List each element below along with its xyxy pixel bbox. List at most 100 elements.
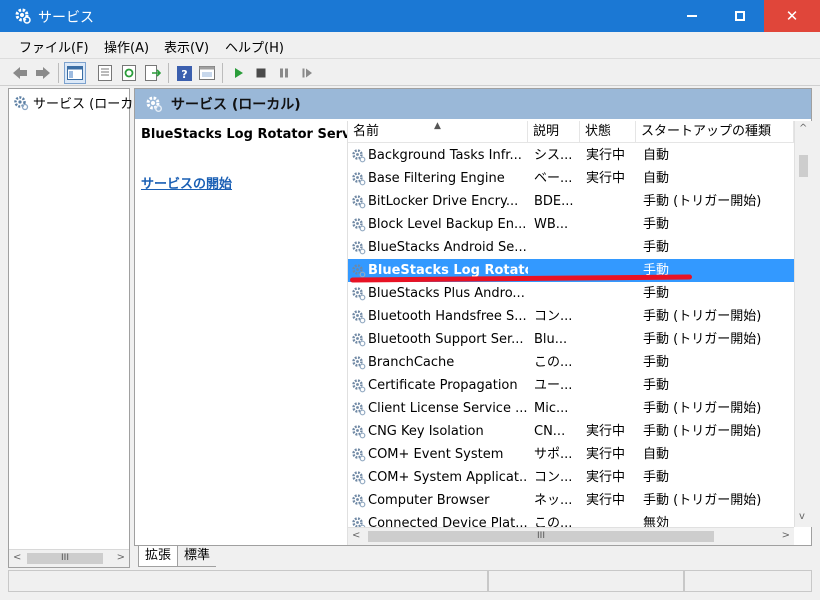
minimize-button[interactable] — [668, 0, 716, 32]
table-row[interactable]: Certificate Propagation ユー... 手動 — [348, 374, 794, 397]
service-name: Bluetooth Handsfree S... — [368, 309, 527, 324]
table-row[interactable]: Background Tasks Infr... シス... 実行中 自動 — [348, 144, 794, 167]
service-state: 実行中 — [586, 148, 626, 163]
export-list-button[interactable] — [142, 62, 164, 84]
service-startup-type: 手動 — [643, 378, 670, 393]
vertical-scrollbar[interactable]: ^ v — [794, 121, 812, 527]
table-row[interactable]: Bluetooth Handsfree S... コン... 手動 (トリガー開始) — [348, 305, 794, 328]
service-state — [586, 282, 636, 305]
service-startup-type: 手動 (トリガー開始) — [643, 424, 762, 439]
services-list: 名前 ▲ 説明 状態 スタートアップの種類 Background Tasks I… — [347, 121, 812, 545]
maximize-button[interactable] — [716, 0, 764, 32]
service-state — [586, 190, 636, 213]
table-row[interactable]: BlueStacks Android Se... 手動 — [348, 236, 794, 259]
service-gear-icon — [352, 264, 366, 278]
table-row[interactable]: CNG Key Isolation CN... 実行中 手動 (トリガー開始) — [348, 420, 794, 443]
service-startup-type: 手動 — [643, 286, 670, 301]
view-button[interactable] — [196, 62, 218, 84]
service-startup-type: 手動 (トリガー開始) — [643, 401, 762, 416]
service-startup-type: 手動 (トリガー開始) — [643, 493, 762, 508]
start-service-link[interactable]: サービスの開始 — [141, 173, 232, 192]
scroll-left-icon[interactable]: < — [13, 552, 21, 563]
restart-service-button[interactable] — [296, 62, 318, 84]
service-name: BranchCache — [368, 355, 455, 370]
service-state — [586, 305, 636, 328]
selected-service-title: BlueStacks Log Rotator Service — [141, 127, 372, 142]
column-header-name[interactable]: 名前 ▲ — [348, 121, 528, 143]
service-name: CNG Key Isolation — [368, 424, 484, 439]
scroll-up-icon[interactable]: ^ — [799, 123, 807, 134]
service-description: Mic... — [534, 401, 569, 416]
service-startup-type: 自動 — [643, 447, 670, 462]
menu-action[interactable]: 操作(A) — [104, 37, 149, 56]
service-state: 実行中 — [586, 424, 626, 439]
service-gear-icon — [352, 448, 366, 462]
service-description: Blu... — [534, 332, 568, 347]
scrollbar-thumb[interactable] — [799, 155, 808, 177]
menu-view[interactable]: 表示(V) — [164, 37, 209, 56]
column-name-label: 名前 — [353, 124, 380, 139]
scroll-right-icon[interactable]: > — [782, 530, 790, 541]
menu-help[interactable]: ヘルプ(H) — [225, 37, 284, 56]
restart-icon — [302, 68, 312, 78]
list-header: 名前 ▲ 説明 状態 スタートアップの種類 — [348, 121, 794, 143]
service-description: BDE... — [534, 194, 574, 209]
tree-item-services-local[interactable]: サービス (ローカル) — [13, 93, 151, 112]
table-row[interactable]: COM+ Event System サポ... 実行中 自動 — [348, 443, 794, 466]
tab-extended[interactable]: 拡張 — [138, 546, 179, 567]
status-segment — [684, 570, 812, 592]
column-header-description[interactable]: 説明 — [528, 121, 580, 143]
service-gear-icon — [352, 218, 366, 232]
service-state: 実行中 — [586, 171, 626, 186]
window-title: サービス — [38, 10, 94, 26]
back-button[interactable] — [9, 62, 31, 84]
table-row[interactable]: Block Level Backup En... WB... 手動 — [348, 213, 794, 236]
service-startup-type: 手動 — [643, 470, 670, 485]
refresh-button[interactable] — [118, 62, 140, 84]
refresh-icon — [122, 65, 136, 81]
view-tabs: 拡張 標準 — [134, 546, 812, 568]
status-segment — [488, 570, 684, 592]
menu-file[interactable]: ファイル(F) — [19, 37, 89, 56]
sort-ascending-icon: ▲ — [434, 121, 441, 131]
service-state: 実行中 — [586, 493, 626, 508]
properties-button[interactable] — [94, 62, 116, 84]
table-row[interactable]: BlueStacks Plus Andro... 手動 — [348, 282, 794, 305]
forward-icon — [36, 67, 50, 79]
table-row[interactable]: Client License Service ... Mic... 手動 (トリガー… — [348, 397, 794, 420]
service-description — [534, 282, 578, 305]
column-header-startup-type[interactable]: スタートアップの種類 — [636, 121, 794, 143]
close-button[interactable]: ✕ — [764, 0, 820, 32]
left-horizontal-scrollbar[interactable]: < III > — [9, 549, 129, 567]
service-gear-icon — [352, 402, 366, 416]
scrollbar-thumb[interactable]: III — [27, 553, 103, 564]
status-segment — [8, 570, 488, 592]
service-name: Certificate Propagation — [368, 378, 518, 393]
table-row[interactable]: Computer Browser ネッ... 実行中 手動 (トリガー開始) — [348, 489, 794, 512]
toolbar: ? — [0, 58, 820, 86]
help-button[interactable]: ? — [173, 62, 195, 84]
pause-service-button[interactable] — [273, 62, 295, 84]
export-icon — [145, 65, 161, 81]
table-row[interactable]: Base Filtering Engine ベー... 実行中 自動 — [348, 167, 794, 190]
scroll-left-icon[interactable]: < — [352, 530, 360, 541]
table-row[interactable]: Bluetooth Support Ser... Blu... 手動 (トリガー開始… — [348, 328, 794, 351]
forward-button[interactable] — [32, 62, 54, 84]
table-row[interactable]: BitLocker Drive Encry... BDE... 手動 (トリガー開始… — [348, 190, 794, 213]
stop-service-button[interactable] — [250, 62, 272, 84]
list-horizontal-scrollbar[interactable]: < III > — [348, 527, 794, 545]
console-tree-button[interactable] — [64, 62, 86, 84]
service-gear-icon — [352, 425, 366, 439]
scroll-right-icon[interactable]: > — [117, 552, 125, 563]
table-row[interactable]: COM+ System Applicat... コン... 実行中 手動 — [348, 466, 794, 489]
tab-standard[interactable]: 標準 — [178, 546, 217, 567]
service-gear-icon — [352, 195, 366, 209]
column-header-state[interactable]: 状態 — [580, 121, 636, 143]
service-description: この... — [534, 355, 573, 370]
table-row[interactable]: BranchCache この... 手動 — [348, 351, 794, 374]
scroll-down-icon[interactable]: v — [799, 511, 805, 522]
scrollbar-thumb[interactable]: III — [368, 531, 714, 542]
maximize-icon — [735, 11, 745, 21]
service-description: CN... — [534, 424, 566, 439]
start-service-button[interactable] — [227, 62, 249, 84]
